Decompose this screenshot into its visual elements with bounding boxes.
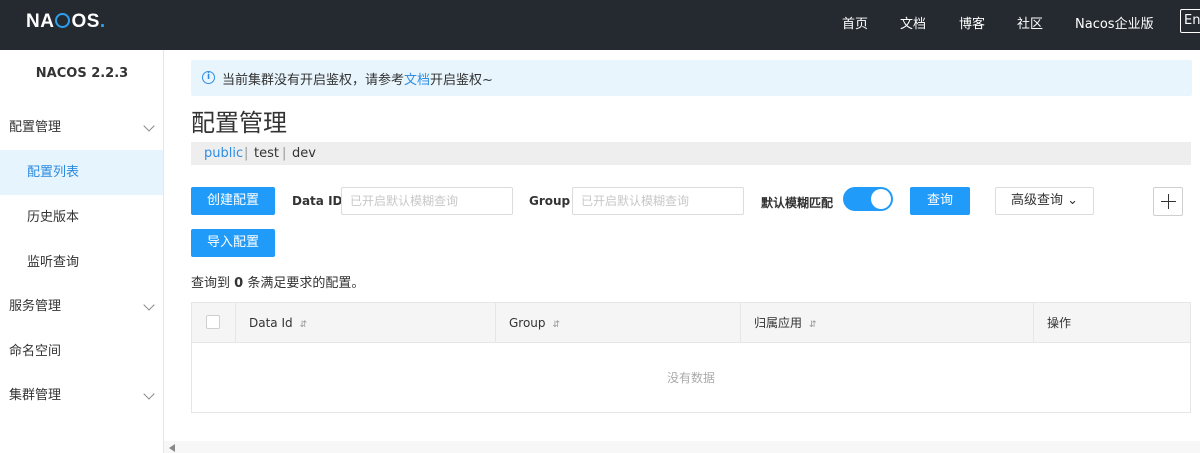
result-suffix: 条满足要求的配置。 <box>243 276 365 291</box>
notice-text: 当前集群没有开启鉴权，请参考文档开启鉴权~ <box>222 69 493 88</box>
fuzzy-match-toggle[interactable] <box>843 187 893 211</box>
nav-blog[interactable]: 博客 <box>959 13 985 32</box>
group-label: Group <box>529 194 571 208</box>
horizontal-scrollbar[interactable] <box>164 441 1200 453</box>
query-result-summary: 查询到 0 条满足要求的配置。 <box>191 272 364 291</box>
sidebar-item-config-list[interactable]: 配置列表 <box>0 150 163 195</box>
top-navbar: NA OS. 首页 文档 博客 社区 Nacos企业版 En <box>0 0 1200 50</box>
sidebar-item-label: 配置管理 <box>9 120 62 135</box>
advanced-query-button[interactable]: 高级查询 ⌄ <box>995 187 1094 215</box>
nav-docs[interactable]: 文档 <box>900 13 926 32</box>
namespace-separator: | <box>244 146 249 161</box>
column-app[interactable]: 归属应用 ⇵ <box>741 303 1034 343</box>
sidebar-item-listener-query[interactable]: 监听查询 <box>0 240 163 285</box>
namespace-test[interactable]: test <box>254 146 279 161</box>
import-config-button[interactable]: 导入配置 <box>191 229 275 257</box>
select-all-checkbox[interactable] <box>206 315 220 329</box>
docs-link[interactable]: 文档 <box>404 73 430 88</box>
plus-icon[interactable] <box>1153 187 1183 216</box>
sidebar-item-config-management[interactable]: 配置管理 <box>0 105 163 150</box>
create-config-button[interactable]: 创建配置 <box>191 187 275 215</box>
config-table: Data Id ⇵ Group ⇵ 归属应用 ⇵ 操作 没有数据 <box>191 302 1191 413</box>
fuzzy-match-label: 默认模糊匹配 <box>761 196 834 210</box>
sidebar-item-label: 监听查询 <box>27 255 80 270</box>
column-operation: 操作 <box>1034 303 1190 343</box>
notice-text-after: 开启鉴权~ <box>430 73 493 88</box>
result-prefix: 查询到 <box>191 276 235 291</box>
sidebar-item-label: 历史版本 <box>27 210 80 225</box>
namespace-bar: public | test | dev <box>191 142 1191 165</box>
data-id-label: Data ID <box>292 194 343 208</box>
scroll-left-icon[interactable] <box>169 444 175 452</box>
auth-notice: i 当前集群没有开启鉴权，请参考文档开启鉴权~ <box>191 60 1192 96</box>
nacos-logo[interactable]: NA OS. <box>26 11 106 33</box>
sort-icon[interactable]: ⇵ <box>300 320 308 330</box>
toggle-knob <box>871 189 891 209</box>
chevron-down-icon <box>143 388 155 400</box>
table-header: Data Id ⇵ Group ⇵ 归属应用 ⇵ 操作 <box>192 303 1190 343</box>
sidebar-item-cluster-management[interactable]: 集群管理 <box>0 373 163 418</box>
sort-icon[interactable]: ⇵ <box>553 320 561 330</box>
namespace-separator: | <box>282 146 287 161</box>
column-label: 归属应用 <box>754 316 803 330</box>
logo-ring-icon <box>55 13 71 28</box>
sidebar-item-history[interactable]: 历史版本 <box>0 195 163 240</box>
empty-state-text: 没有数据 <box>666 371 715 385</box>
column-group[interactable]: Group ⇵ <box>496 303 741 343</box>
column-label: Group <box>509 316 546 330</box>
column-label: 操作 <box>1047 316 1072 330</box>
data-id-input[interactable] <box>341 187 513 215</box>
page-title: 配置管理 <box>191 109 287 137</box>
nav-community[interactable]: 社区 <box>1017 13 1043 32</box>
sidebar: NACOS 2.2.3 配置管理 配置列表 历史版本 监听查询 服务管理 命名空… <box>0 50 164 453</box>
logo-dot: . <box>99 11 106 32</box>
logo-text-pre: NA <box>26 11 55 32</box>
query-button[interactable]: 查询 <box>910 187 970 215</box>
nav-enterprise[interactable]: Nacos企业版 <box>1075 13 1154 32</box>
namespace-public[interactable]: public <box>204 146 243 161</box>
chevron-down-icon <box>143 299 155 311</box>
result-count: 0 <box>234 276 244 291</box>
column-data-id[interactable]: Data Id ⇵ <box>236 303 496 343</box>
column-label: Data Id <box>249 316 293 330</box>
sidebar-version-title: NACOS 2.2.3 <box>35 66 129 81</box>
group-input[interactable] <box>572 187 744 215</box>
chevron-down-icon <box>143 120 155 132</box>
sidebar-item-namespace[interactable]: 命名空间 <box>0 329 163 374</box>
nav-home[interactable]: 首页 <box>842 13 868 32</box>
language-switch[interactable]: En <box>1180 9 1200 33</box>
sidebar-item-label: 配置列表 <box>27 165 80 180</box>
info-icon: i <box>202 71 215 84</box>
sidebar-item-label: 集群管理 <box>9 388 62 403</box>
sidebar-item-label: 服务管理 <box>9 299 62 314</box>
select-all-cell <box>192 303 236 343</box>
sidebar-item-service-management[interactable]: 服务管理 <box>0 284 163 329</box>
logo-text-post: OS <box>71 11 100 32</box>
sidebar-item-label: 命名空间 <box>9 344 62 359</box>
sort-icon[interactable]: ⇵ <box>809 320 817 330</box>
notice-text-before: 当前集群没有开启鉴权，请参考 <box>222 73 405 88</box>
namespace-dev[interactable]: dev <box>292 146 316 161</box>
